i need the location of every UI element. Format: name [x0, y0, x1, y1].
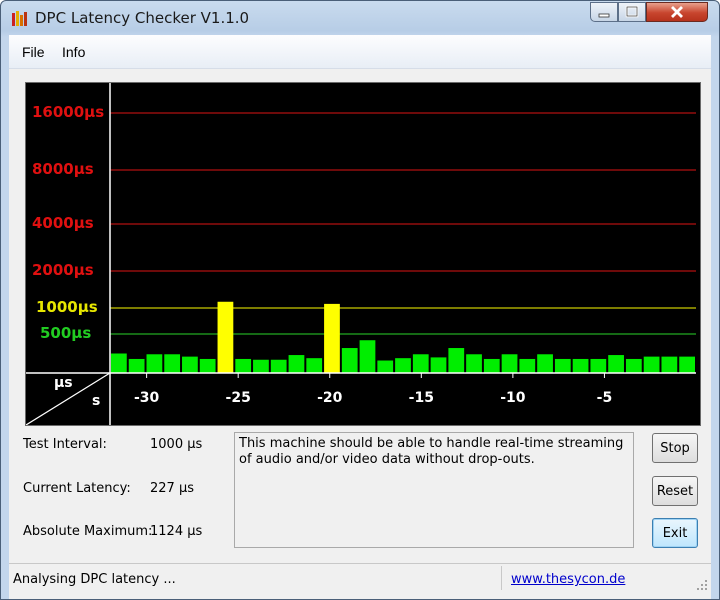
latency-bar: [519, 358, 536, 373]
app-icon: [12, 11, 27, 26]
latency-bar: [625, 358, 642, 373]
status-bar: Analysing DPC latency ... www.thesycon.d…: [9, 563, 711, 594]
reset-button[interactable]: Reset: [652, 476, 698, 506]
latency-bar: [554, 358, 571, 373]
app-window: DPC Latency Checker V1.1.0 File Info 160…: [0, 0, 720, 600]
close-icon: [671, 6, 683, 18]
result-message: This machine should be able to handle re…: [234, 432, 634, 548]
minimize-icon: [598, 13, 610, 18]
y-tick-label: 500µs: [40, 324, 92, 342]
absolute-maximum-value: 1124 µs: [150, 524, 203, 539]
latency-bar: [164, 354, 181, 373]
latency-bar: [679, 356, 695, 373]
latency-bar: [288, 355, 305, 373]
current-latency-label: Current Latency:: [23, 481, 131, 496]
latency-bar: [572, 358, 589, 373]
latency-chart: 16000µs 8000µs 4000µs 2000µs 1000µs 500µs µs …: [25, 82, 701, 426]
latency-bar: [324, 303, 340, 373]
x-tick-label: -10: [500, 390, 526, 406]
latency-bar: [377, 360, 394, 373]
x-tick-label: -15: [408, 390, 434, 406]
latency-bar: [306, 358, 323, 373]
latency-bar: [182, 356, 198, 373]
absolute-maximum-label: Absolute Maximum:: [23, 524, 153, 539]
latency-bar: [608, 355, 624, 373]
title-bar[interactable]: DPC Latency Checker V1.1.0: [1, 1, 719, 35]
latency-bar: [341, 348, 358, 373]
x-unit-label: s: [92, 393, 101, 409]
latency-bar: [235, 358, 252, 373]
latency-bar: [199, 358, 216, 373]
latency-bar: [661, 356, 678, 373]
menu-info[interactable]: Info: [62, 44, 85, 60]
y-tick-label: 16000µs: [32, 103, 105, 121]
latency-bar: [643, 356, 660, 373]
latency-bar: [501, 354, 518, 373]
latency-bar: [217, 301, 234, 373]
stop-button[interactable]: Stop: [652, 433, 698, 463]
x-tick-label: -25: [225, 390, 251, 406]
latency-bar: [270, 359, 287, 373]
latency-bar: [483, 358, 500, 373]
maximize-button[interactable]: [618, 2, 646, 22]
latency-bar: [430, 357, 447, 373]
y-unit-label: µs: [54, 375, 73, 391]
latency-bar: [448, 348, 465, 373]
x-tick-label: -20: [317, 390, 343, 406]
minimize-button[interactable]: [590, 2, 618, 22]
latency-bar: [359, 340, 376, 373]
y-tick-label: 4000µs: [32, 214, 94, 232]
y-tick-label: 8000µs: [32, 160, 94, 178]
x-tick-label: -5: [596, 390, 613, 406]
latency-bar: [590, 358, 607, 373]
latency-bar: [253, 359, 269, 373]
current-latency-value: 227 µs: [150, 481, 194, 496]
latency-bar: [537, 354, 553, 373]
website-link[interactable]: www.thesycon.de: [511, 572, 625, 587]
resize-grip-icon[interactable]: [695, 578, 709, 592]
window-title: DPC Latency Checker V1.1.0: [35, 9, 250, 27]
latency-bar: [395, 358, 411, 373]
y-tick-label: 1000µs: [36, 298, 98, 316]
latency-chart-plot: [25, 83, 696, 426]
latency-bar: [412, 354, 429, 373]
maximize-icon: [625, 5, 639, 18]
y-tick-label: 2000µs: [32, 261, 94, 279]
status-text: Analysing DPC latency ...: [13, 572, 176, 587]
latency-bar: [111, 353, 127, 373]
x-tick-label: -30: [133, 390, 160, 406]
client-area: File Info 16000µs 8000µs 4000µs 2000µs 1000µ…: [9, 35, 711, 599]
close-button[interactable]: [646, 2, 708, 22]
menu-bar: File Info: [9, 35, 711, 69]
test-interval-label: Test Interval:: [23, 437, 107, 452]
latency-bar: [466, 354, 482, 373]
exit-button[interactable]: Exit: [652, 518, 698, 548]
test-interval-value: 1000 µs: [150, 437, 203, 452]
latency-bar: [128, 358, 145, 373]
latency-bar: [146, 354, 163, 373]
status-separator: [501, 566, 502, 590]
menu-file[interactable]: File: [22, 44, 45, 60]
